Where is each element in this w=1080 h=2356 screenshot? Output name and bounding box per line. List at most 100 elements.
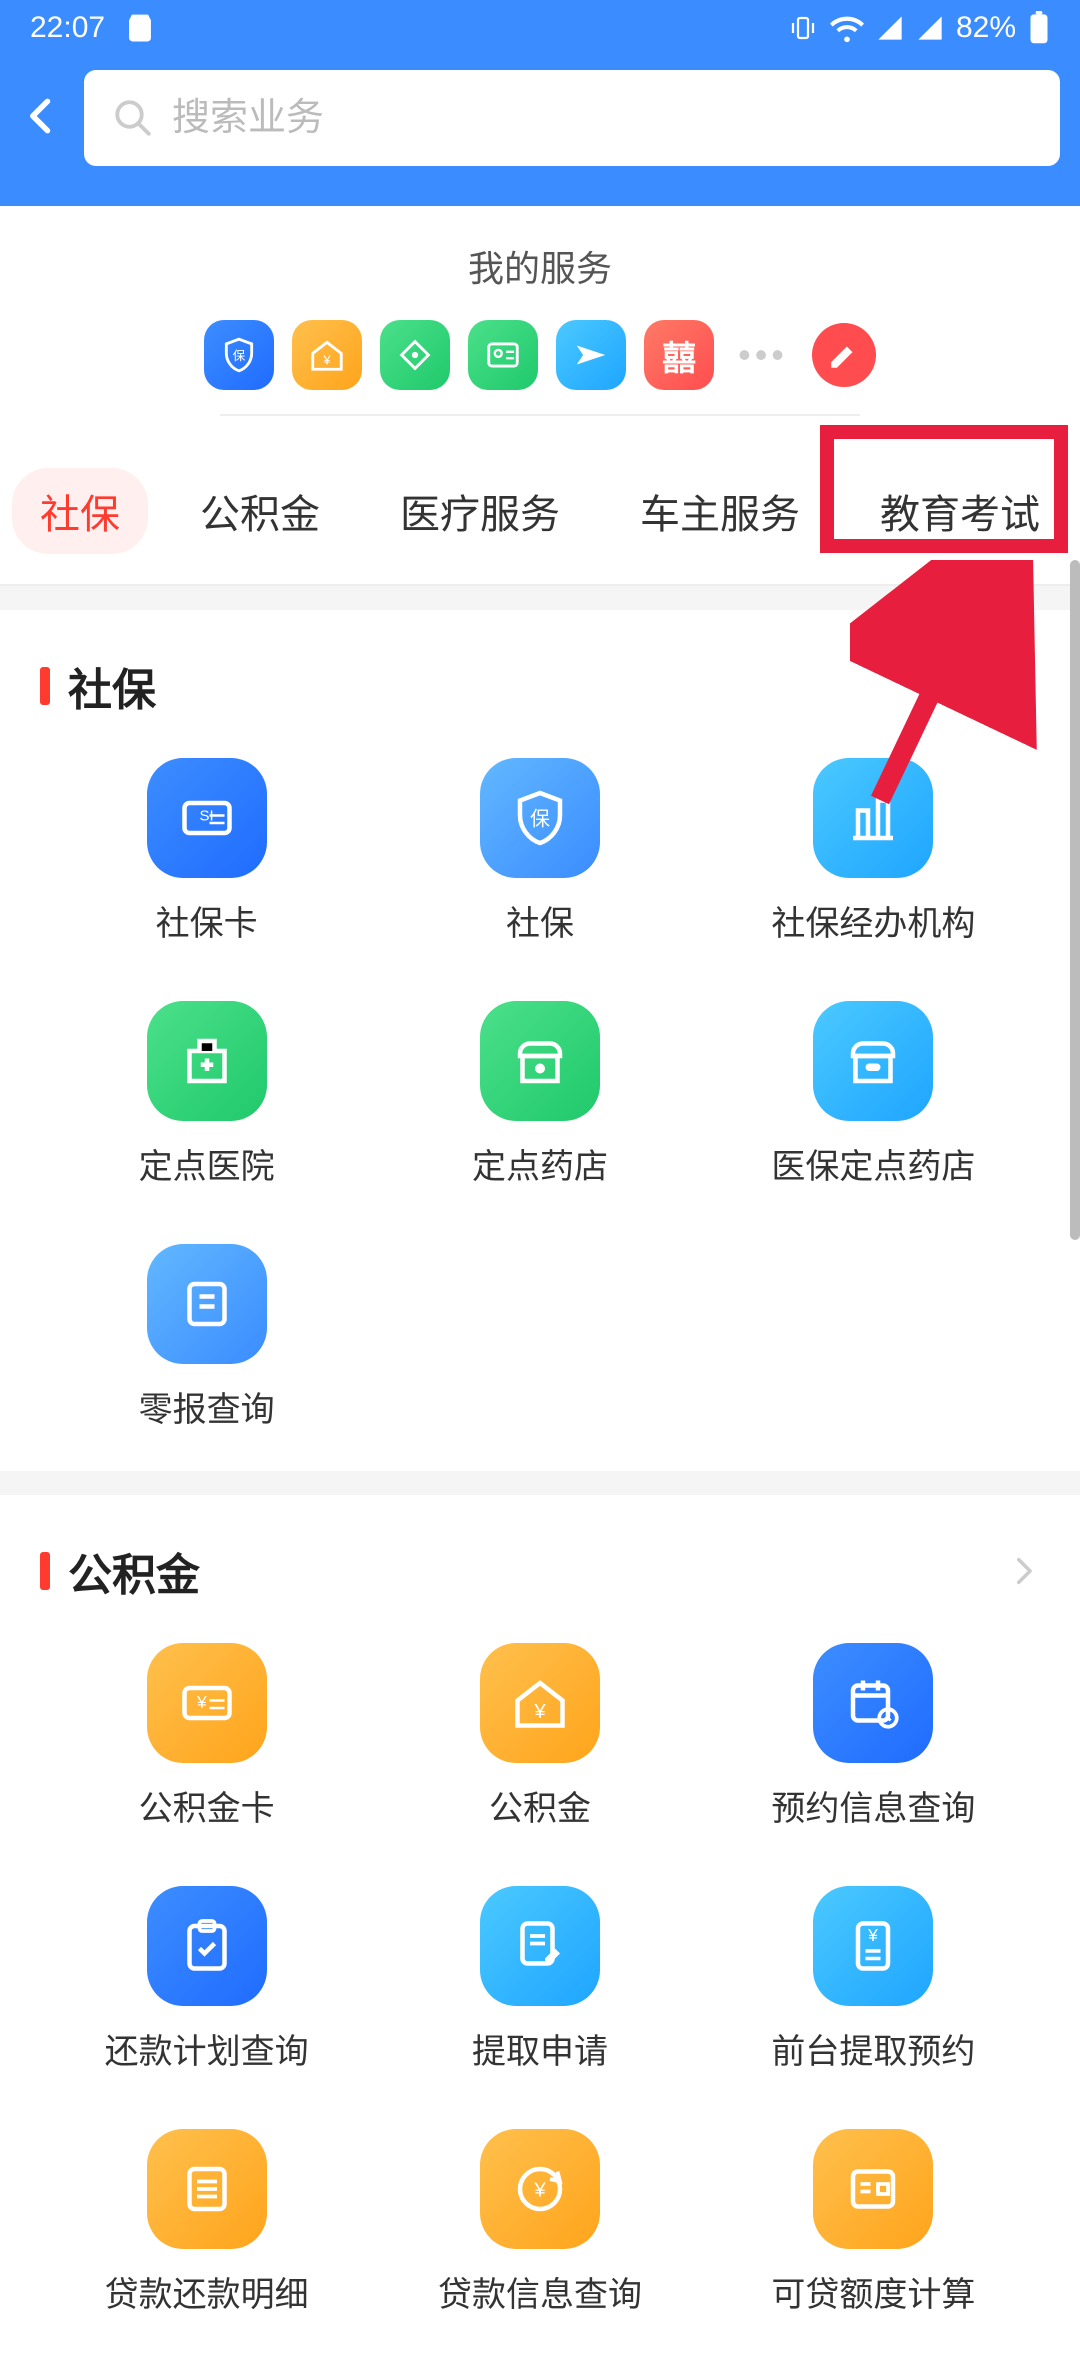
pharmacy-icon bbox=[480, 1001, 600, 1121]
cell-label: 社保 bbox=[506, 896, 574, 945]
signal-icon-2 bbox=[916, 14, 944, 42]
quick-double-happiness[interactable]: 囍 bbox=[644, 320, 714, 390]
quick-icons-row: 保 ¥ 囍 ••• bbox=[0, 320, 1080, 390]
home-fund-icon: ¥ bbox=[308, 336, 346, 374]
svg-text:¥: ¥ bbox=[323, 354, 332, 368]
tab-shebao[interactable]: 社保 bbox=[12, 468, 148, 554]
cell-label: 提取申请 bbox=[472, 2024, 608, 2073]
svg-text:保: 保 bbox=[233, 349, 246, 363]
quick-diamond[interactable] bbox=[380, 320, 450, 390]
cell-label: 医保定点药店 bbox=[771, 1139, 975, 1188]
section-header[interactable]: 公积金 bbox=[40, 1539, 1040, 1603]
receipt-icon: ¥ bbox=[813, 1886, 933, 2006]
document-edit-icon bbox=[480, 1886, 600, 2006]
tab-jiaoyu[interactable]: 教育考试 bbox=[852, 468, 1068, 554]
status-left: 22:07 bbox=[30, 11, 155, 45]
svg-text:¥: ¥ bbox=[867, 1925, 878, 1945]
cell-withdraw-apply[interactable]: 提取申请 bbox=[373, 1886, 706, 2073]
diamond-icon bbox=[396, 336, 434, 374]
cell-shebao[interactable]: 保 社保 bbox=[373, 758, 706, 945]
status-bar: 22:07 82% bbox=[0, 0, 1080, 56]
refresh-yen-icon: ¥ bbox=[480, 2129, 600, 2249]
cell-label: 定点医院 bbox=[139, 1139, 275, 1188]
report-icon bbox=[147, 1244, 267, 1364]
search-input[interactable] bbox=[172, 97, 1032, 140]
more-dots[interactable]: ••• bbox=[732, 334, 794, 376]
cell-shebaoka[interactable]: SI 社保卡 bbox=[40, 758, 373, 945]
status-right: 82% bbox=[788, 11, 1050, 45]
shopping-bag-icon bbox=[125, 13, 155, 43]
cell-label: 可贷额度计算 bbox=[771, 2267, 975, 2316]
calendar-icon bbox=[813, 1643, 933, 1763]
cell-medstore[interactable]: 医保定点药店 bbox=[707, 1001, 1040, 1188]
search-icon bbox=[112, 97, 154, 139]
fund-house-icon: ¥ bbox=[480, 1643, 600, 1763]
cell-pharmacy[interactable]: 定点药店 bbox=[373, 1001, 706, 1188]
cell-repay-detail[interactable]: 贷款还款明细 bbox=[40, 2129, 373, 2316]
cell-label: 社保经办机构 bbox=[771, 896, 975, 945]
tab-gongjijin[interactable]: 公积金 bbox=[172, 468, 348, 554]
list-icon bbox=[147, 2129, 267, 2249]
quick-insurance[interactable]: 保 bbox=[204, 320, 274, 390]
signal-icon-1 bbox=[876, 14, 904, 42]
hospital-icon bbox=[147, 1001, 267, 1121]
pencil-icon bbox=[827, 338, 861, 372]
quick-home-fund[interactable]: ¥ bbox=[292, 320, 362, 390]
cell-label: 定点药店 bbox=[472, 1139, 608, 1188]
my-services-title: 我的服务 bbox=[0, 240, 1080, 292]
cell-label: 前台提取预约 bbox=[771, 2024, 975, 2073]
quick-plane[interactable] bbox=[556, 320, 626, 390]
double-happiness-icon: 囍 bbox=[662, 331, 696, 380]
battery-icon bbox=[1028, 11, 1050, 45]
red-bar-icon bbox=[40, 667, 50, 705]
shield-icon: 保 bbox=[480, 758, 600, 878]
app-header bbox=[0, 56, 1080, 206]
svg-text:¥: ¥ bbox=[196, 1692, 207, 1712]
cell-label: 预约信息查询 bbox=[771, 1781, 975, 1830]
insurance-icon: 保 bbox=[220, 336, 258, 374]
scrollbar[interactable] bbox=[1070, 560, 1080, 1240]
clipboard-check-icon bbox=[147, 1886, 267, 2006]
tab-chezhu[interactable]: 车主服务 bbox=[612, 468, 828, 554]
vibrate-icon bbox=[788, 13, 818, 43]
cell-jingban[interactable]: 社保经办机构 bbox=[707, 758, 1040, 945]
cell-loan-limit[interactable]: 可贷额度计算 bbox=[707, 2129, 1040, 2316]
section-shebao: 社保 SI 社保卡 保 社保 社保经办机构 定点医院 定点药店 医保定点药店 bbox=[0, 610, 1080, 1471]
cell-lingbao[interactable]: 零报查询 bbox=[40, 1244, 373, 1431]
cell-repayment-plan[interactable]: 还款计划查询 bbox=[40, 1886, 373, 2073]
id-card-icon bbox=[484, 336, 522, 374]
chevron-left-icon bbox=[20, 86, 64, 146]
section-title: 公积金 bbox=[68, 1539, 200, 1603]
search-box[interactable] bbox=[84, 70, 1060, 166]
edit-button[interactable] bbox=[812, 323, 876, 387]
fund-card-icon: ¥ bbox=[147, 1643, 267, 1763]
status-time: 22:07 bbox=[30, 11, 105, 45]
chevron-right-icon bbox=[1006, 1554, 1040, 1588]
section-header[interactable]: 社保 bbox=[40, 654, 1040, 718]
cell-gjjcard[interactable]: ¥ 公积金卡 bbox=[40, 1643, 373, 1830]
list-card-icon bbox=[813, 2129, 933, 2249]
battery-percent: 82% bbox=[956, 11, 1016, 45]
svg-text:¥: ¥ bbox=[533, 1701, 546, 1723]
chevron-right-icon bbox=[1006, 669, 1040, 703]
quick-id-card[interactable] bbox=[468, 320, 538, 390]
grid-gongjijin: ¥ 公积金卡 ¥ 公积金 预约信息查询 还款计划查询 提取申请 ¥ 前台提取预约… bbox=[40, 1643, 1040, 2316]
section-gongjijin: 公积金 ¥ 公积金卡 ¥ 公积金 预约信息查询 还款计划查询 提取申请 ¥ 前台… bbox=[0, 1495, 1080, 2356]
medical-store-icon bbox=[813, 1001, 933, 1121]
cell-counter-withdraw[interactable]: ¥ 前台提取预约 bbox=[707, 1886, 1040, 2073]
cell-label: 公积金 bbox=[489, 1781, 591, 1830]
tab-yiliao[interactable]: 医疗服务 bbox=[372, 468, 588, 554]
cell-label: 公积金卡 bbox=[139, 1781, 275, 1830]
cell-label: 还款计划查询 bbox=[105, 2024, 309, 2073]
quick-divider bbox=[220, 414, 860, 416]
building-icon bbox=[813, 758, 933, 878]
red-bar-icon bbox=[40, 1552, 50, 1590]
cell-gjj[interactable]: ¥ 公积金 bbox=[373, 1643, 706, 1830]
cell-loan-info[interactable]: ¥ 贷款信息查询 bbox=[373, 2129, 706, 2316]
category-tabs: 社保 公积金 医疗服务 车主服务 教育考试 bbox=[0, 442, 1080, 586]
my-services: 我的服务 保 ¥ 囍 ••• bbox=[0, 206, 1080, 442]
back-button[interactable] bbox=[20, 86, 64, 151]
wifi-icon bbox=[830, 11, 864, 45]
cell-hospital[interactable]: 定点医院 bbox=[40, 1001, 373, 1188]
cell-appointment[interactable]: 预约信息查询 bbox=[707, 1643, 1040, 1830]
